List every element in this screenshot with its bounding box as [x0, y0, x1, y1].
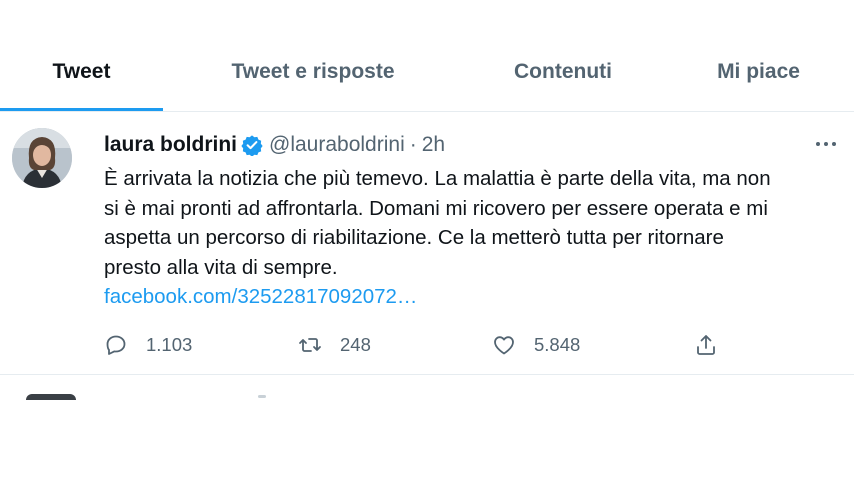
avatar[interactable] — [12, 128, 72, 188]
tab-mi-piace-label: Mi piace — [717, 60, 800, 83]
like-button[interactable]: 5.848 — [492, 330, 580, 360]
like-count: 5.848 — [534, 334, 581, 355]
reply-count: 1.103 — [146, 334, 193, 355]
heart-icon — [494, 336, 514, 355]
retweet-icon — [299, 338, 321, 352]
tweet-text-line: aspetta un percorso di riabilitazione. C… — [104, 226, 724, 249]
tab-contenuti[interactable]: Contenuti — [463, 0, 663, 110]
avatar-photo — [12, 128, 72, 188]
tweet-header: laura boldrini @lauraboldrini · 2h — [104, 130, 445, 160]
user-handle[interactable]: @lauraboldrini — [269, 133, 405, 157]
retweet-count: 248 — [340, 334, 371, 355]
display-name[interactable]: laura boldrini — [104, 133, 237, 157]
next-tweet-header-fragment — [258, 395, 266, 398]
share-icon — [697, 335, 715, 355]
reply-button[interactable]: 1.103 — [104, 330, 192, 360]
tweet[interactable]: laura boldrini @lauraboldrini · 2h È arr… — [0, 112, 854, 374]
next-tweet-avatar[interactable] — [26, 394, 76, 400]
tweet-link[interactable]: facebook.com/32522817092072… — [104, 285, 417, 308]
tab-tweet-e-risposte-label: Tweet e risposte — [231, 60, 395, 83]
verified-badge-icon — [241, 134, 263, 156]
tweet-text: È arrivata la notizia che più temevo. La… — [104, 164, 816, 312]
tweet-text-line: si è mai pronti ad affrontarla. Domani m… — [104, 196, 768, 220]
tweet-actions: 1.103 248 5.848 — [104, 330, 744, 360]
tweet-text-line: È arrivata la notizia che più temevo. La… — [104, 167, 771, 190]
reply-icon — [106, 335, 126, 355]
tweet-time[interactable]: 2h — [422, 133, 445, 157]
tweet-text-line: presto alla vita di sempre. — [104, 255, 338, 279]
tab-tweet-e-risposte[interactable]: Tweet e risposte — [163, 0, 463, 110]
more-options-icon[interactable] — [808, 130, 844, 158]
tab-tweet[interactable]: Tweet — [0, 0, 163, 110]
header-separator: · — [409, 133, 417, 156]
profile-tabs: Tweet Tweet e risposte Contenuti Mi piac… — [0, 0, 854, 112]
share-button[interactable] — [694, 330, 718, 360]
tab-tweet-label: Tweet — [52, 60, 111, 83]
tab-mi-piace[interactable]: Mi piace — [663, 0, 854, 110]
tweet-divider — [0, 374, 854, 375]
tab-contenuti-label: Contenuti — [514, 60, 612, 83]
retweet-button[interactable]: 248 — [298, 330, 371, 360]
